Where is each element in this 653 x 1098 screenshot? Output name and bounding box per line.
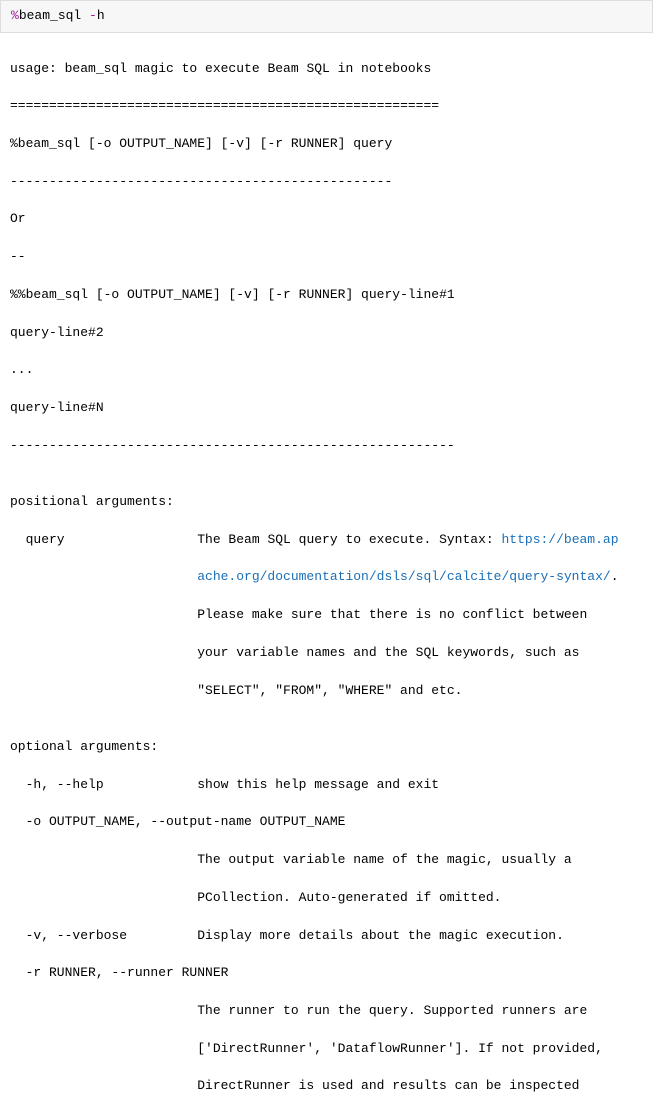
usage-line: usage: beam_sql magic to execute Beam SQ… [10, 60, 643, 79]
positional-query-link2: ache.org/documentation/dsls/sql/calcite/… [10, 568, 643, 587]
syntax-link-part2[interactable]: ache.org/documentation/dsls/sql/calcite/… [197, 569, 610, 584]
or-line: Or [10, 210, 643, 229]
opt-runner-desc: The runner to run the query. Supported r… [10, 1002, 643, 1021]
opt-output-name: -o OUTPUT_NAME, --output-name OUTPUT_NAM… [10, 813, 643, 832]
flag-dash: - [89, 8, 97, 23]
magic-operator: % [11, 8, 19, 23]
opt-runner-desc: DirectRunner is used and results can be … [10, 1077, 643, 1096]
positional-header: positional arguments: [10, 493, 643, 512]
rule-line: ========================================… [10, 97, 643, 116]
rule-line: ----------------------------------------… [10, 173, 643, 192]
optional-header: optional arguments: [10, 738, 643, 757]
output-block: usage: beam_sql magic to execute Beam SQ… [0, 33, 653, 1098]
opt-output-desc: The output variable name of the magic, u… [10, 851, 643, 870]
rule-line: ----------------------------------------… [10, 437, 643, 456]
positional-query-row: query The Beam SQL query to execute. Syn… [10, 531, 643, 550]
flag-letter: h [97, 8, 105, 23]
synopsis-multi-2: query-line#2 [10, 324, 643, 343]
synopsis-single: %beam_sql [-o OUTPUT_NAME] [-v] [-r RUNN… [10, 135, 643, 154]
rule-line: -- [10, 248, 643, 267]
opt-help: -h, --help show this help message and ex… [10, 776, 643, 795]
link-tail: . [611, 569, 619, 584]
opt-output-desc: PCollection. Auto-generated if omitted. [10, 889, 643, 908]
synopsis-multi-1: %%beam_sql [-o OUTPUT_NAME] [-v] [-r RUN… [10, 286, 643, 305]
positional-query-desc: "SELECT", "FROM", "WHERE" and etc. [10, 682, 643, 701]
synopsis-multi-3: ... [10, 361, 643, 380]
opt-runner-name: -r RUNNER, --runner RUNNER [10, 964, 643, 983]
synopsis-multi-n: query-line#N [10, 399, 643, 418]
positional-query-desc: Please make sure that there is no confli… [10, 606, 643, 625]
syntax-link-part1[interactable]: https://beam.ap [501, 532, 618, 547]
positional-query-name: query The Beam SQL query to execute. Syn… [10, 532, 501, 547]
opt-verbose: -v, --verbose Display more details about… [10, 927, 643, 946]
opt-runner-desc: ['DirectRunner', 'DataflowRunner']. If n… [10, 1040, 643, 1059]
code-cell: %beam_sql -h [0, 0, 653, 33]
positional-query-desc: your variable names and the SQL keywords… [10, 644, 643, 663]
magic-command: beam_sql [19, 8, 89, 23]
